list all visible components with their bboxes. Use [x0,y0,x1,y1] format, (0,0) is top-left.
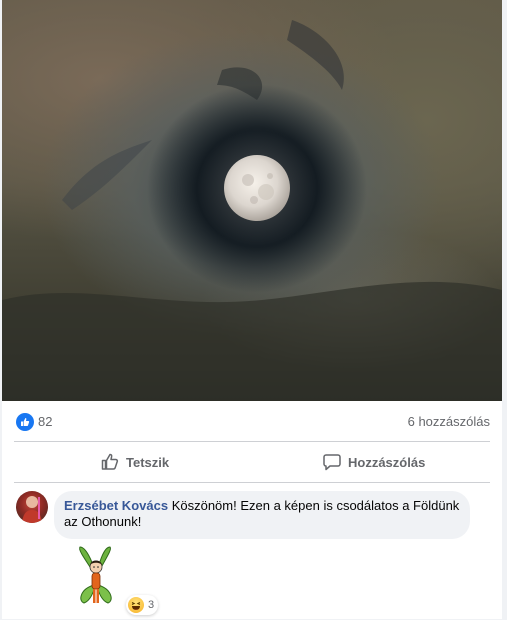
moon [224,155,290,221]
comment-button[interactable]: Hozzászólás [322,446,425,478]
like-count[interactable]: 82 [38,414,52,429]
post-photo[interactable] [2,0,502,401]
like-button-label: Tetszik [126,454,170,470]
avatar[interactable] [16,491,48,523]
thumbs-up-icon [101,453,119,470]
reaction-count: 3 [148,599,155,611]
butterfly-fairy-sticker [76,545,116,615]
comment-item: Erzsébet Kovács Köszönöm! Ezen a képen i… [2,483,502,619]
like-button[interactable]: Tetszik [100,446,169,478]
comment-count-link[interactable]: 6 hozzászólás [408,414,490,429]
comment-reaction-summary[interactable]: 3 [126,595,159,615]
reactions-summary: 82 6 hozzászólás [2,401,502,441]
moon-scene [2,20,502,401]
haha-emoji-icon [128,597,144,613]
comment-button-label: Hozzászólás [348,454,426,470]
like-reaction-icon[interactable] [16,413,34,431]
post-actions: Tetszik Hozzászólás [2,442,502,482]
comment-bubble-icon [323,454,341,471]
comment-bubble: Erzsébet Kovács Köszönöm! Ezen a képen i… [54,491,470,539]
comment-author-link[interactable]: Erzsébet Kovács [64,498,168,513]
